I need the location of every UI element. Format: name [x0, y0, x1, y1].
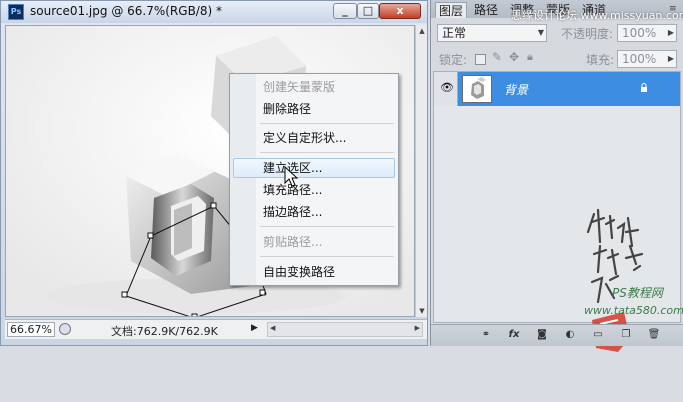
trash-icon[interactable]: 🗑︎	[647, 329, 661, 341]
menu-separator	[260, 256, 394, 257]
menu-separator	[260, 123, 394, 124]
watermark-site-name: PS教程网	[612, 286, 663, 300]
tab-paths[interactable]: 路径	[471, 2, 501, 18]
fill-value: 100%	[622, 52, 657, 66]
mask-icon[interactable]: ◙	[535, 329, 549, 341]
group-icon[interactable]: ▭	[591, 329, 605, 341]
lock-position-icon[interactable]: ✥	[509, 50, 519, 64]
opacity-value: 100%	[622, 26, 657, 40]
menu-item-delete-path[interactable]: 删除路径	[233, 99, 395, 119]
zoom-field[interactable]: 66.67%	[7, 322, 55, 337]
chevron-down-icon: ▶	[667, 28, 674, 37]
scroll-up-icon[interactable]: ▲	[417, 25, 427, 37]
tab-layers[interactable]: 图层	[435, 2, 468, 18]
blend-mode-value: 正常	[442, 26, 467, 40]
opacity-field[interactable]: 100% ▶	[617, 24, 677, 42]
lock-label: 锁定:	[439, 53, 468, 67]
document-title-bar[interactable]: Ps source01.jpg @ 66.7%(RGB/8) * _ □ x	[1, 1, 427, 23]
calligraphy-watermark-art	[586, 208, 644, 352]
document-title: source01.jpg @ 66.7%(RGB/8) *	[30, 4, 222, 18]
lock-pixels-icon[interactable]: ✎	[492, 50, 502, 64]
menu-item-make-selection[interactable]: 建立选区...	[233, 158, 395, 178]
layer-lock-icon	[641, 83, 647, 92]
chevron-down-icon: ▶	[667, 54, 674, 63]
menu-item-free-transform-path[interactable]: 自由变换路径	[233, 262, 395, 282]
layers-panel-footer: ⚭ fx ◙ ◐ ▭ ❐ 🗑︎	[431, 324, 683, 346]
scroll-right-icon[interactable]: ▶	[415, 324, 420, 332]
chevron-down-icon: ▼	[537, 28, 544, 37]
menu-separator	[260, 226, 394, 227]
path-context-menu: 创建矢量蒙版 删除路径 定义自定形状... 建立选区... 填充路径... 描边…	[229, 73, 399, 286]
horizontal-scrollbar[interactable]: ◀ ▶	[267, 322, 423, 337]
vertical-scrollbar[interactable]: ▲ ▼	[415, 25, 427, 317]
mouse-cursor-icon	[284, 166, 299, 187]
lock-transparent-icon[interactable]	[475, 54, 486, 65]
watermark-site-url: www.tata580.com	[584, 304, 683, 317]
close-button[interactable]: x	[379, 3, 421, 19]
scroll-down-icon[interactable]: ▼	[417, 305, 427, 317]
status-info-icon[interactable]	[59, 323, 71, 335]
fx-icon[interactable]: fx	[507, 329, 521, 341]
opacity-label: 不透明度:	[561, 27, 614, 41]
lock-all-icon[interactable]: 🔒︎	[527, 50, 533, 64]
thumbnail-image	[471, 77, 486, 99]
blend-mode-select[interactable]: 正常 ▼	[437, 24, 547, 42]
layers-list: 👁︎ 背景 PS教程网 www.tata580.com	[433, 71, 683, 352]
menu-separator	[260, 152, 394, 153]
fill-field[interactable]: 100% ▶	[617, 50, 677, 68]
status-bar: 66.67% 文档:762.9K/762.9K ▶ ◀ ▶	[5, 319, 427, 339]
panel-menu-icon[interactable]: ≡	[669, 4, 679, 14]
menu-item-stroke-path[interactable]: 描边路径...	[233, 202, 395, 222]
panel-tabs: 图层 路径 调整 蒙版 通道 思缘设计论坛 www.missyuan.com ≡	[431, 0, 683, 22]
layer-name[interactable]: 背景	[504, 81, 528, 98]
layer-row[interactable]: 👁︎ 背景	[434, 72, 680, 106]
menu-item-clipping-path[interactable]: 剪贴路径...	[233, 232, 395, 252]
document-size: 文档:762.9K/762.9K	[111, 325, 218, 338]
layers-panel: 图层 路径 调整 蒙版 通道 思缘设计论坛 www.missyuan.com ≡…	[430, 0, 683, 352]
minimize-button[interactable]: _	[333, 3, 357, 19]
scroll-left-icon[interactable]: ◀	[270, 324, 275, 332]
status-menu-arrow-icon[interactable]: ▶	[251, 323, 258, 333]
photoshop-icon: Ps	[8, 4, 24, 20]
layer-thumbnail	[462, 75, 492, 103]
watermark-text: 思缘设计论坛 www.missyuan.com	[511, 9, 683, 22]
eye-icon[interactable]: 👁︎	[440, 82, 454, 94]
new-layer-icon[interactable]: ❐	[619, 329, 633, 341]
maximize-button[interactable]: □	[357, 3, 379, 19]
menu-item-fill-path[interactable]: 填充路径...	[233, 180, 395, 200]
adjustment-icon[interactable]: ◐	[563, 329, 577, 341]
menu-item-define-custom-shape[interactable]: 定义自定形状...	[233, 128, 395, 148]
link-icon[interactable]: ⚭	[479, 329, 493, 341]
menu-item-make-vector-mask[interactable]: 创建矢量蒙版	[233, 77, 395, 97]
fill-label: 填充:	[586, 53, 615, 67]
